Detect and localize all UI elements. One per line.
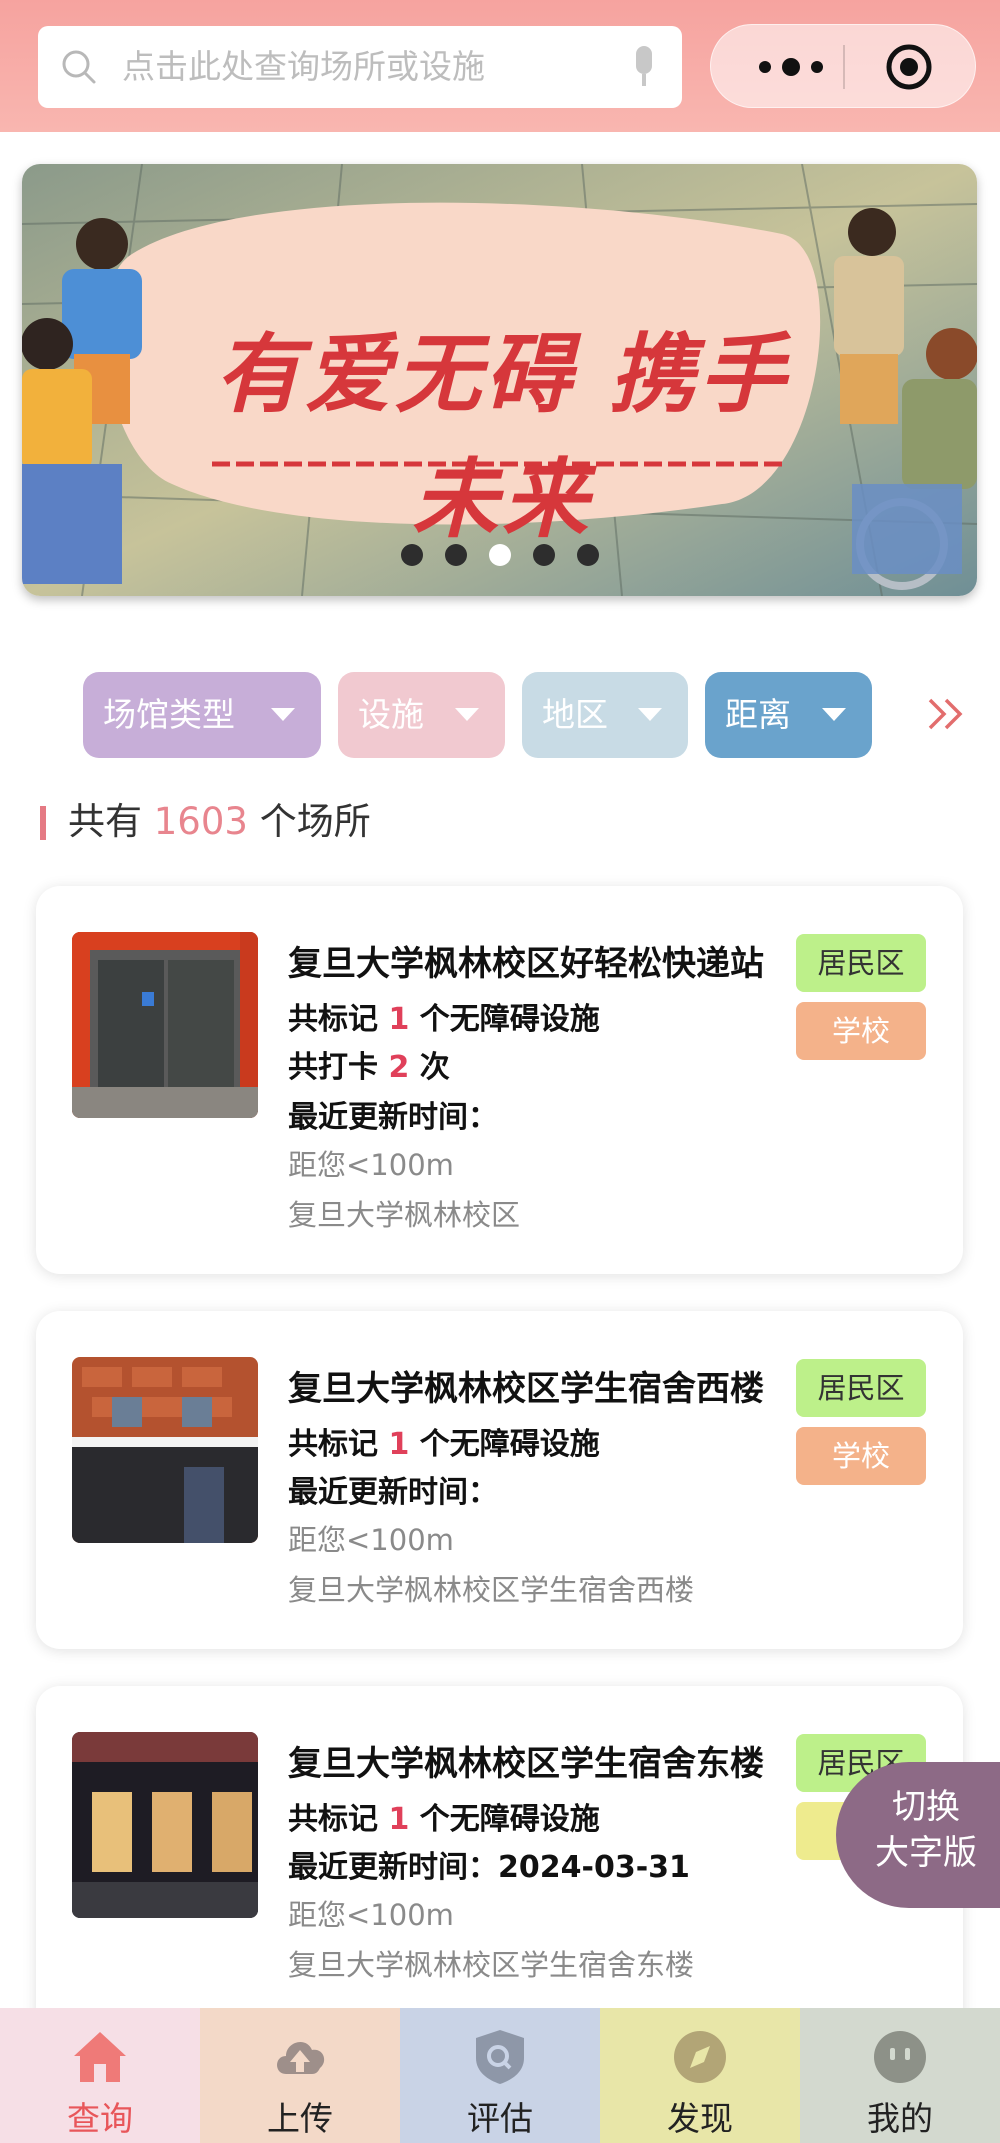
tag-school: 学校 (796, 1002, 926, 1060)
caret-down-icon (455, 708, 479, 721)
place-card[interactable]: 复旦大学枫林校区学生宿舍东楼 共标记 1 个无障碍设施 最近更新时间：2024-… (36, 1686, 963, 2046)
place-distance: 距您<100m (288, 1523, 454, 1557)
result-count-number: 1603 (153, 800, 248, 843)
carousel-dot-active[interactable] (488, 544, 511, 566)
tab-upload[interactable]: 上传 (200, 2008, 400, 2143)
filter-label: 距离 (725, 695, 791, 734)
tag-residential: 居民区 (796, 934, 926, 992)
place-address: 复旦大学枫林校区学生宿舍东楼 (288, 1948, 695, 1982)
microphone-icon[interactable] (632, 46, 656, 88)
tag-residential: 居民区 (796, 1359, 926, 1417)
carousel-indicators (22, 544, 977, 566)
place-card[interactable]: 复旦大学枫林校区学生宿舍西楼 共标记 1 个无障碍设施 最近更新时间： 距您<1… (36, 1311, 963, 1649)
checkin-count: 共打卡 2 次 (288, 1050, 450, 1085)
double-chevron-right-icon[interactable] (926, 696, 966, 732)
result-count-text: 共有 1603 个场所 (68, 800, 371, 843)
carousel-dot[interactable] (532, 544, 555, 566)
marked-facilities: 共标记 1 个无障碍设施 (288, 1002, 600, 1037)
compass-icon (674, 2031, 726, 2083)
top-header: 点击此处查询场所或设施 (0, 0, 1000, 132)
more-dots-icon[interactable] (751, 47, 831, 87)
caret-down-icon (271, 708, 295, 721)
banner-carousel[interactable]: 有爱无碍 携手未来 (22, 164, 977, 596)
place-distance: 距您<100m (288, 1148, 454, 1182)
search-placeholder: 点击此处查询场所或设施 (122, 47, 485, 86)
place-photo (72, 1357, 258, 1543)
place-address: 复旦大学枫林校区 (288, 1198, 521, 1232)
carousel-dot[interactable] (576, 544, 599, 566)
close-miniprogram-icon[interactable] (885, 43, 933, 91)
banner-title: 有爱无碍 携手未来 (215, 324, 789, 550)
miniprogram-capsule (710, 24, 976, 108)
place-title: 复旦大学枫林校区好轻松快递站 (288, 944, 764, 984)
place-card[interactable]: 复旦大学枫林校区好轻松快递站 共标记 1 个无障碍设施 共打卡 2 次 最近更新… (36, 886, 963, 1274)
filter-distance[interactable]: 距离 (705, 672, 872, 758)
filter-label: 地区 (542, 695, 608, 734)
tab-mine[interactable]: 我的 (800, 2008, 1000, 2143)
last-updated: 最近更新时间：2024-03-31 (288, 1850, 690, 1885)
place-address: 复旦大学枫林校区学生宿舍西楼 (288, 1573, 695, 1607)
tab-query[interactable]: 查询 (0, 2008, 200, 2143)
filter-label: 场馆类型 (103, 695, 235, 734)
tag-school: 学校 (796, 1427, 926, 1485)
carousel-dot[interactable] (444, 544, 467, 566)
caret-down-icon (822, 708, 846, 721)
search-icon (62, 50, 96, 84)
capsule-divider (843, 45, 845, 89)
filter-bar: 场馆类型 设施 地区 距离 (0, 672, 1000, 758)
filter-label: 设施 (358, 695, 424, 734)
filter-facility[interactable]: 设施 (338, 672, 505, 758)
search-bar[interactable]: 点击此处查询场所或设施 (38, 26, 682, 108)
marked-facilities: 共标记 1 个无障碍设施 (288, 1427, 600, 1462)
filter-venue-type[interactable]: 场馆类型 (83, 672, 321, 758)
shield-search-icon (476, 2030, 524, 2084)
bottom-tab-bar: 查询 上传 评估 发现 我的 (0, 2008, 1000, 2143)
place-title: 复旦大学枫林校区学生宿舍东楼 (288, 1744, 764, 1784)
tab-assess[interactable]: 评估 (400, 2008, 600, 2143)
place-photo (72, 1732, 258, 1918)
switch-large-font-button[interactable]: 切换 大字版 (836, 1762, 1000, 1908)
caret-down-icon (638, 708, 662, 721)
face-icon (874, 2031, 926, 2083)
place-distance: 距您<100m (288, 1898, 454, 1932)
last-updated: 最近更新时间： (288, 1475, 498, 1510)
tab-discover[interactable]: 发现 (600, 2008, 800, 2143)
carousel-dot[interactable] (400, 544, 423, 566)
section-marker (40, 806, 46, 840)
upload-cloud-icon (277, 2042, 325, 2074)
last-updated: 最近更新时间： (288, 1100, 498, 1135)
marked-facilities: 共标记 1 个无障碍设施 (288, 1802, 600, 1837)
filter-region[interactable]: 地区 (522, 672, 688, 758)
place-photo (72, 932, 258, 1118)
home-icon (74, 2032, 126, 2082)
place-title: 复旦大学枫林校区学生宿舍西楼 (288, 1369, 764, 1409)
